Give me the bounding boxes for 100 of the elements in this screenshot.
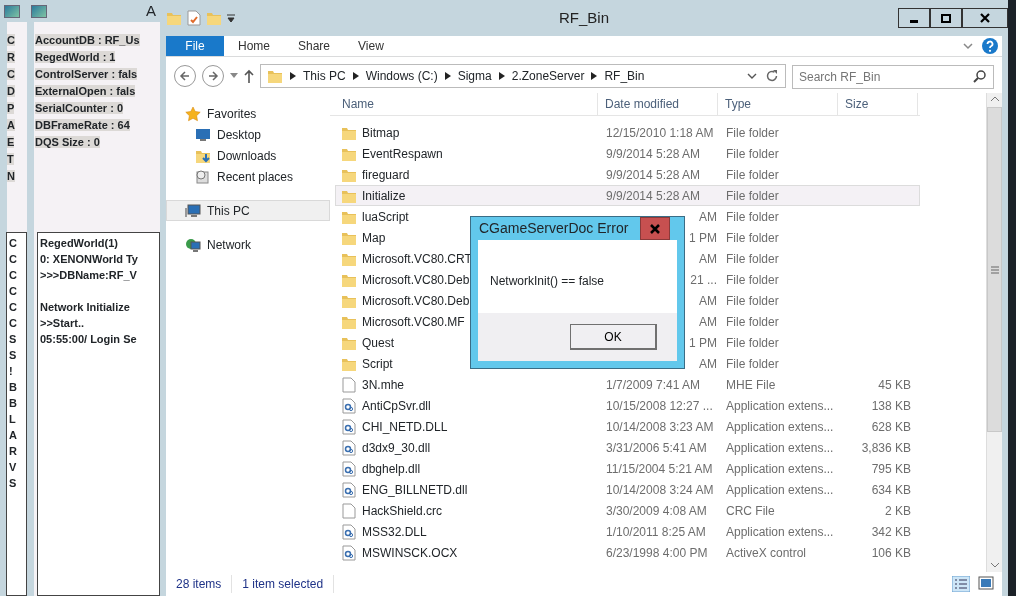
file-name[interactable]: Quest [362, 333, 394, 352]
properties-icon [186, 10, 202, 26]
nav-item[interactable]: Recent places [166, 166, 330, 187]
log-line: B [9, 380, 18, 395]
search-field[interactable]: Search RF_Bin [792, 64, 994, 89]
network-icon [185, 236, 201, 253]
file-row[interactable]: CHI_NETD.DLL 10/14/2008 3:23 AM Application extens... 628 KB [335, 416, 920, 437]
settings-file-icon [341, 481, 357, 498]
file-row[interactable]: 3N.mhe 1/7/2009 7:41 AM MHE File 45 KB [335, 374, 920, 395]
column-header[interactable]: Type [718, 93, 838, 115]
folder-icon [166, 10, 182, 26]
column-header[interactable]: Name [330, 93, 598, 115]
settings-file-icon [341, 460, 357, 477]
column-header[interactable]: Size [838, 93, 918, 115]
file-type: CRC File [726, 503, 775, 518]
ribbon-tab[interactable]: View [344, 36, 398, 56]
status-text: R [7, 51, 15, 63]
file-date: 3/31/2006 5:41 AM [606, 440, 707, 455]
scroll-thumb[interactable] [987, 107, 1002, 432]
file-type: File folder [726, 335, 779, 350]
file-icon [341, 376, 357, 393]
file-date: 10/14/2008 3:23 AM [606, 419, 714, 434]
file-row[interactable]: AntiCpSvr.dll 10/15/2008 12:27 ... Application extens... 138 KB [335, 395, 920, 416]
settings-file-icon [341, 544, 357, 561]
file-date: 1/7/2009 7:41 AM [606, 377, 701, 392]
file-name[interactable]: Microsoft.VC80.Deb [362, 291, 470, 310]
ribbon-tab[interactable]: File [166, 36, 224, 56]
file-type: Application extens... [726, 440, 834, 455]
log-line: S [9, 332, 18, 347]
file-size: 795 KB [871, 461, 911, 476]
breadcrumb[interactable]: This PC [303, 66, 346, 85]
log-line: 05:55:00/ Login Se [40, 332, 138, 347]
file-name[interactable]: Microsoft.VC80.CRT [362, 249, 472, 268]
minimize-button[interactable] [898, 8, 930, 28]
nav-item[interactable]: Desktop [166, 124, 330, 145]
file-type: File folder [726, 314, 779, 329]
file-row[interactable]: MSS32.DLL 1/10/2011 8:25 AM Application extens... 342 KB [335, 521, 920, 542]
status-text: D [7, 85, 15, 97]
address-bar[interactable]: This PC Windows (C:) Sigma 2.ZoneServer RF_Bin [260, 63, 786, 88]
file-name[interactable]: Microsoft.VC80.Deb [362, 270, 470, 289]
file-row[interactable]: ENG_BILLNETD.dll 10/14/2008 3:24 AM Application extens... 634 KB [335, 479, 920, 500]
ribbon-tab[interactable]: Home [224, 36, 284, 56]
status-text: P [7, 102, 15, 114]
ribbon-tab[interactable]: Share [284, 36, 345, 56]
file-date: AM [699, 293, 717, 308]
breadcrumb[interactable]: Windows (C:) [365, 66, 438, 85]
file-row[interactable]: dbghelp.dll 11/15/2004 5:21 AM Application extens... 795 KB [335, 458, 920, 479]
breadcrumb[interactable]: RF_Bin [604, 66, 645, 85]
log-line: RegedWorld(1) [40, 236, 120, 251]
star-icon [185, 105, 201, 122]
breadcrumb[interactable]: 2.ZoneServer [511, 66, 585, 85]
forward-button[interactable] [202, 64, 224, 87]
search-icon [973, 68, 987, 83]
nav-item[interactable]: Downloads [166, 145, 330, 166]
arrow-icon [352, 71, 359, 80]
maximize-button[interactable] [930, 8, 962, 28]
back-button[interactable] [174, 64, 196, 87]
file-name[interactable]: Microsoft.VC80.MF [362, 312, 465, 331]
file-row[interactable]: Initialize 9/9/2014 5:28 AM File folder [335, 185, 920, 206]
details-view-icon [952, 576, 970, 592]
file-size: 106 KB [871, 545, 911, 560]
breadcrumb[interactable]: Sigma [457, 66, 492, 85]
file-type: Application extens... [726, 419, 834, 434]
file-date: 1 PM [689, 230, 717, 245]
log-line: >>>DBName:RF_V [40, 268, 138, 283]
status-text: DBFrameRate : 64 [35, 119, 130, 131]
file-name: HackShield.crc [362, 502, 443, 520]
log-line: C [9, 236, 18, 251]
file-name[interactable]: Script [362, 354, 393, 373]
chevron-icon [962, 41, 974, 51]
log-line: V [9, 460, 18, 475]
file-row[interactable]: fireguard 9/9/2014 5:28 AM File folder [335, 164, 920, 185]
chevron-icon [747, 71, 757, 80]
file-type: File folder [726, 209, 779, 224]
column-header[interactable]: Date modified [598, 93, 718, 115]
status-text: ControlServer : fals [35, 68, 138, 80]
nav-item[interactable]: This PC [166, 200, 330, 221]
error-message: NetworkInit() == false [490, 274, 605, 288]
arrow-icon [444, 71, 451, 80]
file-date: AM [699, 314, 717, 329]
file-row[interactable]: d3dx9_30.dll 3/31/2006 5:41 AM Application extens... 3,836 KB [335, 437, 920, 458]
status-text: C [7, 34, 15, 46]
file-name[interactable]: Map [362, 228, 386, 247]
file-size: 628 KB [871, 419, 911, 434]
ok-button[interactable]: OK [570, 324, 657, 350]
log-line: C [9, 284, 18, 299]
file-row[interactable]: EventRespawn 9/9/2014 5:28 AM File folder [335, 143, 920, 164]
nav-item[interactable]: Favorites [166, 103, 330, 124]
dropdown-icon [230, 72, 238, 79]
file-name[interactable]: luaScript [362, 207, 409, 226]
file-size: 3,836 KB [861, 440, 911, 455]
file-row[interactable]: Bitmap 12/15/2010 1:18 AM File folder [335, 122, 920, 143]
file-type: File folder [726, 251, 779, 266]
file-date: 9/9/2014 5:28 AM [606, 146, 701, 161]
close-button[interactable] [962, 8, 1008, 28]
nav-item[interactable]: Network [166, 234, 330, 255]
file-row[interactable]: HackShield.crc 3/30/2009 4:08 AM CRC File 2 KB [335, 500, 920, 521]
file-name: MSWINSCK.OCX [362, 544, 458, 562]
file-name: EventRespawn [362, 145, 443, 163]
file-row[interactable]: MSWINSCK.OCX 6/23/1998 4:00 PM ActiveX control 106 KB [335, 542, 920, 563]
